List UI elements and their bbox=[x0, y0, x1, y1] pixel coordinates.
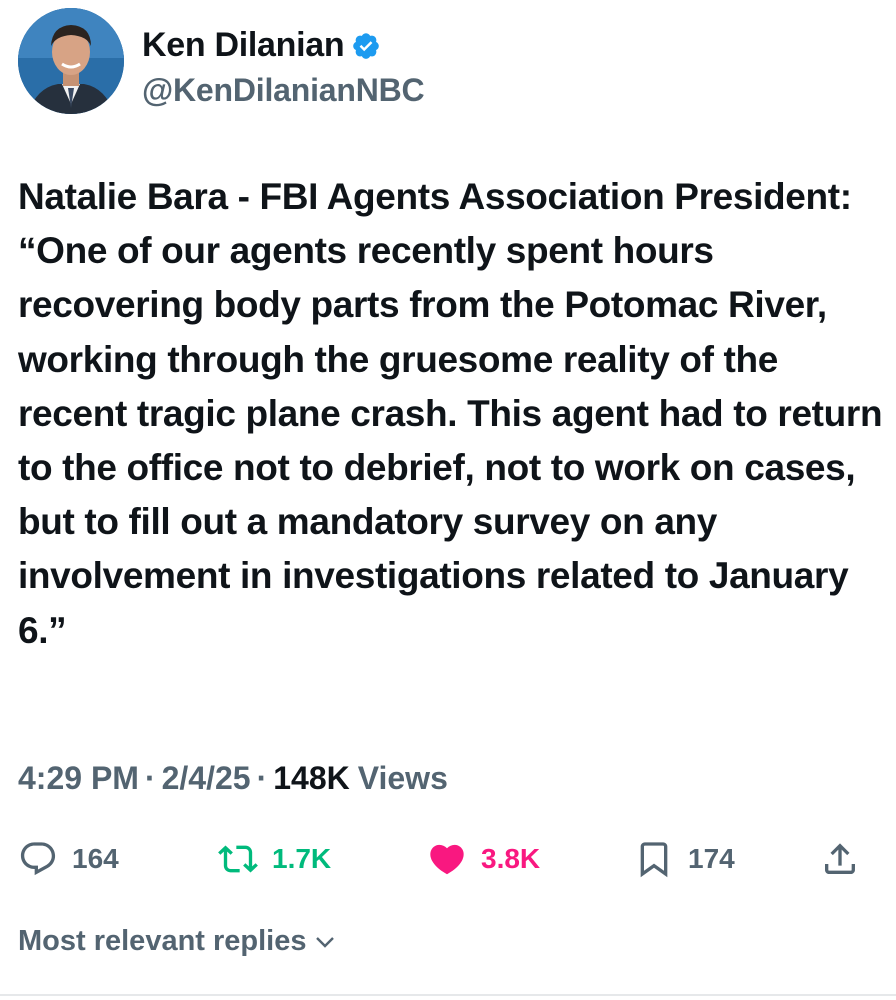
verified-badge-icon bbox=[353, 32, 380, 59]
author-handle[interactable]: @KenDilanianNBC bbox=[142, 72, 425, 109]
replies-sort-dropdown[interactable]: Most relevant replies bbox=[18, 925, 337, 958]
tweet-time[interactable]: 4:29 PM bbox=[18, 760, 139, 797]
bookmark-button[interactable]: 174 bbox=[634, 832, 735, 886]
like-count: 3.8K bbox=[481, 843, 541, 874]
author-display-name[interactable]: Ken Dilanian bbox=[142, 26, 345, 65]
author-name-row[interactable]: Ken Dilanian bbox=[142, 26, 381, 65]
reply-button[interactable]: 164 bbox=[18, 832, 119, 886]
replies-sort-label: Most relevant replies bbox=[18, 925, 307, 957]
chevron-down-icon bbox=[315, 936, 334, 948]
reply-count: 164 bbox=[72, 843, 119, 874]
tweet-text: Natalie Bara - FBI Agents Association Pr… bbox=[18, 176, 883, 651]
bookmark-icon bbox=[640, 842, 668, 878]
like-button[interactable]: 3.8K bbox=[427, 832, 540, 886]
retweet-button[interactable]: 1.7K bbox=[218, 832, 331, 886]
tweet-meta: 4:29 PM · 2/4/25 · 148K Views bbox=[18, 760, 448, 797]
meta-separator: · bbox=[144, 760, 156, 796]
views-label[interactable]: Views bbox=[358, 760, 448, 797]
retweet-count: 1.7K bbox=[272, 843, 332, 874]
bookmark-count: 174 bbox=[688, 843, 735, 874]
meta-separator: · bbox=[256, 760, 268, 796]
heart-icon bbox=[430, 844, 464, 875]
avatar[interactable] bbox=[18, 8, 124, 114]
action-bar: 164 1.7K 3.8K 174 bbox=[0, 832, 896, 886]
tweet-date[interactable]: 2/4/25 bbox=[162, 760, 251, 797]
divider bbox=[0, 994, 896, 996]
tweet-header: Ken Dilanian @KenDilanianNBC bbox=[18, 8, 878, 116]
share-button[interactable] bbox=[820, 832, 860, 886]
retweet-icon bbox=[218, 845, 258, 873]
views-count[interactable]: 148K bbox=[273, 760, 350, 797]
reply-icon bbox=[20, 842, 56, 876]
share-icon bbox=[825, 843, 855, 874]
